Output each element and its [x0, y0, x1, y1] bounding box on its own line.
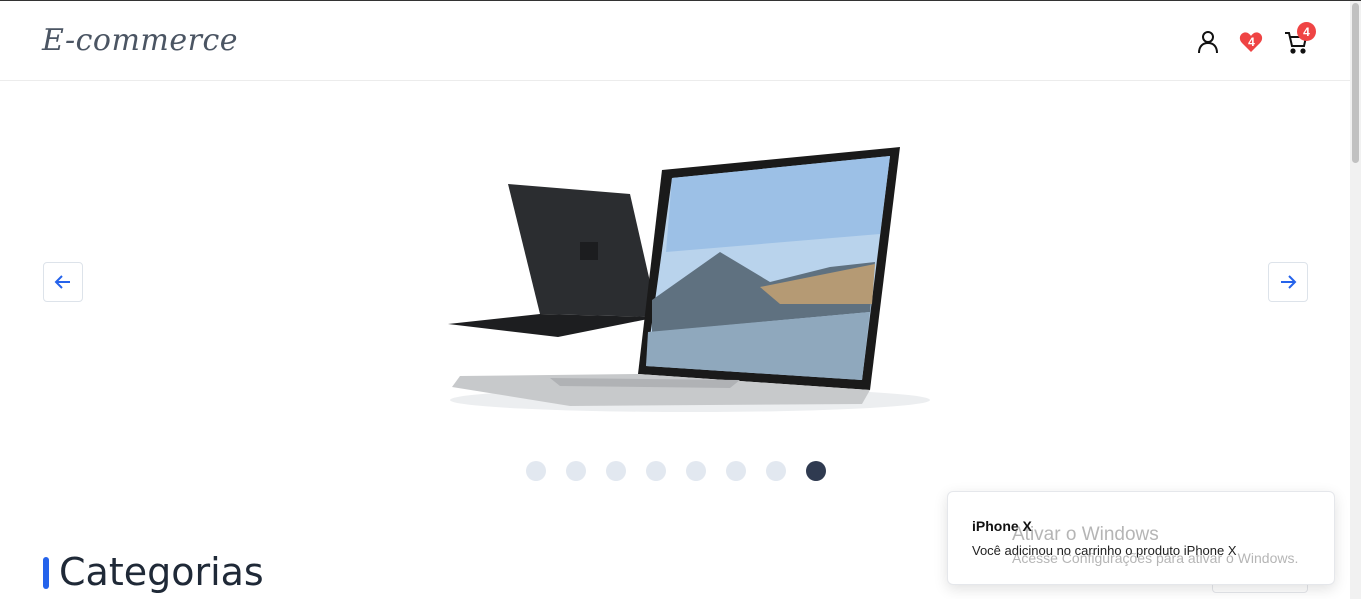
carousel-next-button[interactable] — [1268, 262, 1308, 302]
carousel-dot[interactable] — [566, 461, 586, 481]
carousel-dot[interactable] — [726, 461, 746, 481]
cart-count-badge: 4 — [1297, 22, 1316, 41]
arrow-left-icon — [54, 275, 70, 289]
logo[interactable]: E-commerce — [42, 23, 238, 58]
section-accent-bar — [43, 557, 49, 589]
carousel-prev-button[interactable] — [43, 262, 83, 302]
user-icon[interactable] — [1195, 29, 1221, 55]
scrollbar-thumb[interactable] — [1352, 3, 1359, 163]
wishlist-count-badge: 4 — [1248, 34, 1255, 49]
carousel-dot[interactable] — [646, 461, 666, 481]
carousel-dot[interactable] — [766, 461, 786, 481]
page-scrollbar[interactable] — [1350, 1, 1361, 599]
carousel-dot[interactable] — [606, 461, 626, 481]
windows-activation-title: Ativar o Windows — [1012, 524, 1159, 545]
laptop-image — [448, 147, 930, 412]
header: E-commerce 4 4 — [0, 1, 1350, 81]
carousel-dot[interactable] — [686, 461, 706, 481]
carousel-indicators — [526, 461, 826, 481]
page: E-commerce 4 4 Categorias iPhone X Você … — [0, 0, 1361, 599]
section-title: Categorias — [59, 550, 264, 594]
arrow-right-icon — [1281, 275, 1297, 289]
windows-activation-subtitle: Acesse Configurações para ativar o Windo… — [1012, 550, 1299, 566]
carousel-dot[interactable] — [526, 461, 546, 481]
carousel-dot-active[interactable] — [806, 461, 826, 481]
hero-carousel — [0, 82, 1350, 502]
